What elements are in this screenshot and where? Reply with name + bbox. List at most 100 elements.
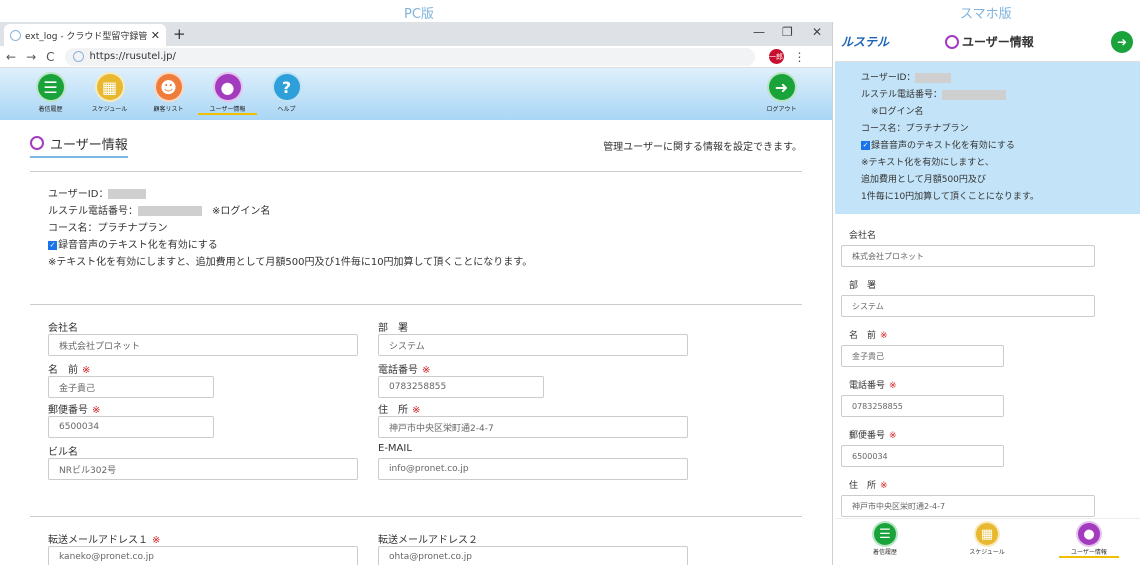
toolbar-label: ユーザー情報 xyxy=(209,106,246,113)
tab-close-icon[interactable]: ✕ xyxy=(151,29,160,42)
bldg-label: ビル名 xyxy=(48,447,78,458)
sp-nav-call-history[interactable]: ☰ 着信履歴 xyxy=(855,521,915,556)
forward-icon[interactable]: → xyxy=(26,50,36,64)
phone-label: ルステル電話番号： xyxy=(48,206,138,217)
sp-addr-input[interactable]: 神戸市中央区栄町通2-4-7 xyxy=(841,495,1095,517)
sp-phone-masked xyxy=(942,89,1007,100)
dept-input[interactable]: システム xyxy=(378,334,688,356)
addr-input[interactable]: 神戸市中央区栄町通2-4-7 xyxy=(378,416,688,438)
fwd1-input[interactable]: kaneko@pronet.co.jp xyxy=(48,546,358,565)
sp-name-input[interactable]: 金子貴己 xyxy=(841,345,1004,367)
name-field-group: 名 前 ※ 金子貴己 xyxy=(48,361,214,398)
url-field[interactable]: https://rusutel.jp/ xyxy=(64,47,755,66)
user-id-label: ユーザーID： xyxy=(48,189,109,200)
sp-nav-label: スケジュール xyxy=(969,549,1005,556)
sp-bottom-nav: ☰ 着信履歴 ▦ スケジュール ● ユーザー情報 xyxy=(835,518,1140,565)
sp-user-id-label: ユーザーID： xyxy=(861,73,916,83)
sp-company-input[interactable]: 株式会社プロネット xyxy=(841,245,1095,267)
fwd2-input[interactable]: ohta@pronet.co.jp xyxy=(378,546,688,565)
name-input[interactable]: 金子貴己 xyxy=(48,376,214,398)
sp-caption: スマホ版 xyxy=(960,7,1012,22)
fwd2-field-group: 転送メールアドレス２ ohta@pronet.co.jp xyxy=(378,531,688,565)
sp-tel-label: 電話番号 ※ xyxy=(849,381,897,391)
sp-profile-form: 会社名 株式会社プロネット 部 署 システム 名 前 ※ 金子貴己 電話番号 ※ 0… xyxy=(835,214,1140,517)
logout-button[interactable]: ➜ ログアウト xyxy=(752,68,811,113)
zip-label: 郵便番号 ※ xyxy=(48,405,101,416)
browser-tabbar: ext_log - クラウド型留守録管理サー ✕ + — ❐ ✕ xyxy=(0,22,832,46)
toolbar-item-help[interactable]: ? ヘルプ xyxy=(257,68,316,113)
toolbar-item-call-history[interactable]: ☰ 着信履歴 xyxy=(21,68,80,113)
sp-company-label: 会社名 xyxy=(849,231,877,241)
dept-field-group: 部 署 システム xyxy=(378,319,688,356)
email-label: E-MAIL xyxy=(378,443,412,454)
fwd1-label: 転送メールアドレス１ ※ xyxy=(48,535,161,546)
sp-zip-group: 郵便番号 ※ 6500034 xyxy=(841,428,1134,467)
pc-caption: PC版 xyxy=(404,7,434,22)
new-tab-icon[interactable]: + xyxy=(173,25,186,43)
text-option-checkbox[interactable]: ✓ xyxy=(48,240,57,250)
sp-text-option-checkbox[interactable]: ✓ xyxy=(861,141,870,150)
sp-nav-label: ユーザー情報 xyxy=(1071,549,1107,556)
login-note: ※ログイン名 xyxy=(212,206,271,217)
email-field-group: E-MAIL info@pronet.co.jp xyxy=(378,443,688,480)
phone-masked xyxy=(138,206,202,216)
page-title-text: ユーザー情報 xyxy=(50,137,128,153)
profile-form: 会社名 株式会社プロネット 部 署 システム 名 前 ※ 金子貴己 電話番号 ※ 0… xyxy=(30,305,802,517)
toolbar-item-customers[interactable]: ☻ 顧客リスト xyxy=(139,68,198,113)
sp-company-group: 会社名 株式会社プロネット xyxy=(841,228,1134,267)
sp-logout-icon[interactable]: ➜ xyxy=(1111,31,1133,53)
user-icon xyxy=(30,136,44,150)
addr-label: 住 所 ※ xyxy=(378,405,421,416)
sp-nav-user-info[interactable]: ● ユーザー情報 xyxy=(1059,521,1119,558)
sp-phone-label: ルステル電話番号： xyxy=(861,90,943,100)
sp-page-title: ユーザー情報 xyxy=(945,33,1034,50)
account-info: ユーザーID： ルステル電話番号： ※ログイン名 コース名：プラチナプラン ✓ 録… xyxy=(30,172,802,305)
page-header: ユーザー情報 管理ユーザーに関する情報を設定できます。 xyxy=(30,120,802,172)
forward-mail-section: 転送メールアドレス１ ※ kaneko@pronet.co.jp 転送メールアドレ… xyxy=(30,517,802,565)
sp-header: ルステル ユーザー情報 ➜ xyxy=(835,22,1140,62)
calendar-icon: ▦ xyxy=(974,521,1000,547)
url-text: https://rusutel.jp/ xyxy=(89,51,176,62)
sp-text-option-label: 録音音声のテキスト化を有効にする xyxy=(871,141,1015,151)
sp-addr-group: 住 所 ※ 神戸市中央区栄町通2-4-7 xyxy=(841,478,1134,517)
email-input[interactable]: info@pronet.co.jp xyxy=(378,458,688,480)
sp-logo: ルステル xyxy=(841,35,890,49)
sp-dept-label: 部 署 xyxy=(849,281,877,291)
sp-login-note: ※ログイン名 xyxy=(871,107,924,117)
close-icon[interactable]: ✕ xyxy=(812,25,822,39)
bldg-input[interactable]: NRビル302号 xyxy=(48,458,358,480)
favicon-icon xyxy=(10,29,21,41)
name-label: 名 前 ※ xyxy=(48,365,91,376)
reload-icon[interactable]: C xyxy=(46,50,54,64)
sp-screen: ルステル ユーザー情報 ➜ ユーザーID： ルステル電話番号： ※ログイン名 コ… xyxy=(835,22,1140,565)
user-icon: ● xyxy=(1076,521,1102,547)
tel-input[interactable]: 0783258855 xyxy=(378,376,544,398)
menu-icon[interactable]: ⋮ xyxy=(794,50,806,64)
page-description: 管理ユーザーに関する情報を設定できます。 xyxy=(603,142,802,153)
fwd2-label: 転送メールアドレス２ xyxy=(378,535,478,546)
zip-input[interactable]: 6500034 xyxy=(48,416,214,438)
tel-field-group: 電話番号 ※ 0783258855 xyxy=(378,361,544,398)
tel-label: 電話番号 ※ xyxy=(378,365,431,376)
app-toolbar: ☰ 着信履歴 ▦ スケジュール ☻ 顧客リスト ● ユーザー情報 ? ヘルプ ➜… xyxy=(0,68,832,120)
sp-tel-input[interactable]: 0783258855 xyxy=(841,395,1004,417)
profile-avatar[interactable]: 一郎 xyxy=(768,49,784,64)
sp-user-id-masked xyxy=(915,72,952,83)
sp-zip-input[interactable]: 6500034 xyxy=(841,445,1004,467)
restore-icon[interactable]: ❐ xyxy=(782,25,793,39)
toolbar-item-user-info[interactable]: ● ユーザー情報 xyxy=(198,68,257,115)
company-input[interactable]: 株式会社プロネット xyxy=(48,334,358,356)
minimize-icon[interactable]: — xyxy=(753,25,765,39)
sp-name-group: 名 前 ※ 金子貴己 xyxy=(841,328,1134,367)
sp-page-title-text: ユーザー情報 xyxy=(962,35,1034,49)
toolbar-item-schedule[interactable]: ▦ スケジュール xyxy=(80,68,139,113)
company-field-group: 会社名 株式会社プロネット xyxy=(48,319,358,356)
browser-tab[interactable]: ext_log - クラウド型留守録管理サー ✕ xyxy=(4,24,166,46)
sp-dept-input[interactable]: システム xyxy=(841,295,1095,317)
back-icon[interactable]: ← xyxy=(6,50,16,64)
dept-label: 部 署 xyxy=(378,323,408,334)
toolbar-label: ヘルプ xyxy=(277,106,296,113)
sp-nav-schedule[interactable]: ▦ スケジュール xyxy=(957,521,1017,556)
bldg-field-group: ビル名 NRビル302号 xyxy=(48,443,358,480)
text-option-note: ※テキスト化を有効にしますと、追加費用として月額500円及び1件毎に10円加算し… xyxy=(48,257,533,268)
